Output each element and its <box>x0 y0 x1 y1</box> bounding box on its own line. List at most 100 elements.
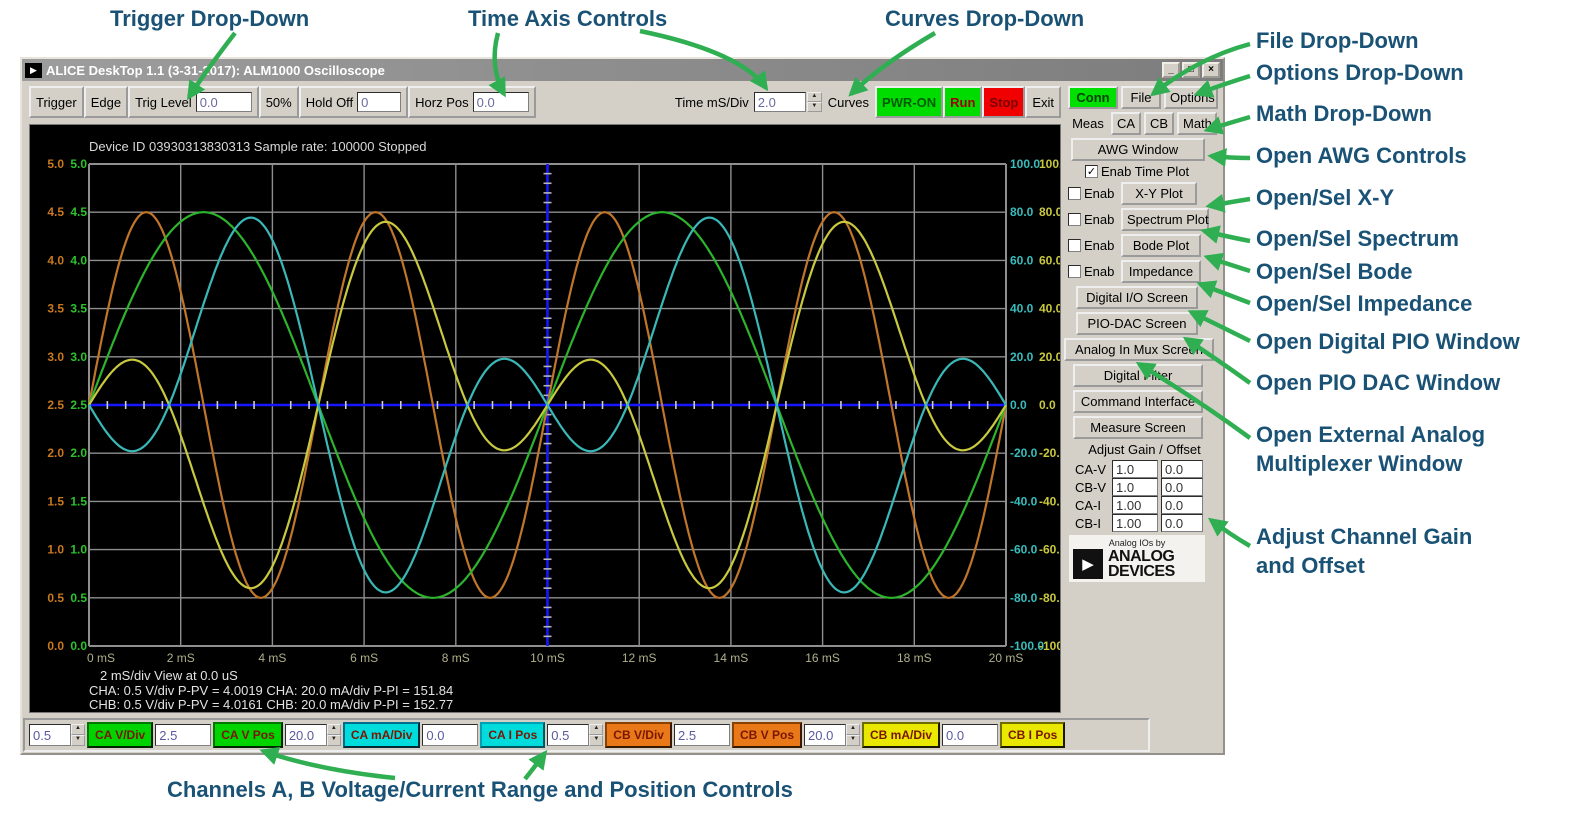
ca-ipos-button[interactable]: CA I Pos <box>480 722 545 748</box>
cb-tab-button[interactable]: CB <box>1144 112 1174 135</box>
math-dropdown-button[interactable]: Math <box>1177 112 1217 135</box>
cb-v-gain-input[interactable]: 1.0 <box>1112 478 1158 496</box>
command-interface-button[interactable]: Command Interface <box>1073 390 1203 413</box>
awg-window-button[interactable]: AWG Window <box>1071 138 1205 161</box>
xy-plot-button[interactable]: X-Y Plot <box>1121 182 1197 205</box>
cb-ipos-value[interactable]: 0.0 <box>942 724 998 746</box>
cb-vdiv-range-spinner[interactable]: 0.5▲▼ <box>547 724 603 746</box>
cb-vdiv-range-arrows[interactable]: ▲▼ <box>589 724 603 746</box>
cb-vpos-value[interactable]: 2.5 <box>674 724 730 746</box>
curves-dropdown-button[interactable]: Curves <box>822 86 875 118</box>
right-axis-cai-tick: -80.0 <box>1010 591 1038 605</box>
annotation-open-awg-controls: Open AWG Controls <box>1256 141 1467 170</box>
ca-v-gain-input[interactable]: 1.0 <box>1112 460 1158 478</box>
adi-word-devices: DEVICES <box>1108 564 1175 579</box>
enab-bode-checkbox[interactable] <box>1068 239 1081 252</box>
file-dropdown-button[interactable]: File <box>1121 86 1161 109</box>
right-axis-cbi-tick: -20.0 <box>1039 446 1060 460</box>
cb-vdiv-button[interactable]: CB V/Div <box>605 722 672 748</box>
right-axis-cai-tick: 20.0 <box>1010 350 1034 364</box>
cb-ipos-button[interactable]: CB I Pos <box>1000 722 1065 748</box>
exit-button[interactable]: Exit <box>1025 86 1061 118</box>
annotation-open-external-analog: Open External Analog Multiplexer Window <box>1256 420 1485 478</box>
time-div-input[interactable]: 2.0 <box>754 92 806 112</box>
cb-idiv-range-arrows[interactable]: ▲▼ <box>846 724 860 746</box>
maximize-button[interactable]: □ <box>1182 62 1200 78</box>
bode-plot-button[interactable]: Bode Plot <box>1121 234 1201 257</box>
title-bar[interactable]: ▶ ALICE DeskTop 1.1 (3-31-2017): ALM1000… <box>22 59 1223 81</box>
stop-button[interactable]: Stop <box>982 86 1025 118</box>
gain-row-label: CB-V <box>1075 480 1109 495</box>
enab-impedance-checkbox[interactable] <box>1068 265 1081 278</box>
ca-vpos-button[interactable]: CA V Pos <box>213 722 283 748</box>
trig-level-input[interactable]: 0.0 <box>196 92 252 112</box>
measure-screen-button[interactable]: Measure Screen <box>1073 416 1203 439</box>
left-axis-cav-tick: 1.0 <box>70 543 87 557</box>
edge-button[interactable]: Edge <box>84 86 128 118</box>
gain-offset-rows: CA-V1.00.0CB-V1.00.0CA-I1.000.0CB-I1.000… <box>1063 460 1221 532</box>
ca-vdiv-range[interactable]: 0.5 <box>29 724 71 746</box>
analog-in-mux-screen-button[interactable]: Analog In Mux Screen <box>1064 338 1214 361</box>
right-axis-cai-tick: -40.0 <box>1010 494 1038 508</box>
channel-controls-bar: 0.5▲▼CA V/Div2.5CA V Pos20.0▲▼CA mA/Div0… <box>23 718 1150 752</box>
ca-vdiv-button[interactable]: CA V/Div <box>87 722 153 748</box>
close-button[interactable]: × <box>1202 62 1220 78</box>
cb-vpos-button[interactable]: CB V Pos <box>732 722 802 748</box>
ca-tab-button[interactable]: CA <box>1111 112 1141 135</box>
cb-idiv-range-spinner[interactable]: 20.0▲▼ <box>804 724 860 746</box>
right-axis-cbi-tick: 100.0 <box>1039 157 1060 171</box>
cb-v-offset-input[interactable]: 0.0 <box>1161 478 1203 496</box>
ca-ipos-value[interactable]: 0.0 <box>422 724 478 746</box>
ca-vdiv-range-spinner[interactable]: 0.5▲▼ <box>29 724 85 746</box>
cb-idiv-button[interactable]: CB mA/Div <box>862 722 940 748</box>
hold-off-input[interactable]: 0 <box>357 92 401 112</box>
pio-dac-screen-button[interactable]: PIO-DAC Screen <box>1076 312 1198 335</box>
run-button[interactable]: Run <box>943 86 982 118</box>
fifty-percent-button[interactable]: 50% <box>259 86 299 118</box>
minimize-button[interactable]: _ <box>1162 62 1180 78</box>
conn-button[interactable]: Conn <box>1068 86 1118 109</box>
annotation-adjust-channel-gain: Adjust Channel Gain and Offset <box>1256 522 1472 580</box>
ca-i-offset-input[interactable]: 0.0 <box>1161 496 1203 514</box>
trigger-dropdown-button[interactable]: Trigger <box>29 86 84 118</box>
cb-idiv-range[interactable]: 20.0 <box>804 724 846 746</box>
ca-idiv-range[interactable]: 20.0 <box>285 724 327 746</box>
digital-io-screen-button[interactable]: Digital I/O Screen <box>1076 286 1198 309</box>
time-axis-tick: 14 mS <box>714 651 749 665</box>
right-axis-cai-tick: 60.0 <box>1010 253 1034 267</box>
cb-i-gain-input[interactable]: 1.00 <box>1112 514 1158 532</box>
pwr-on-button[interactable]: PWR-ON <box>875 86 943 118</box>
impedance-button[interactable]: Impedance <box>1121 260 1201 283</box>
annotation-open-sel-impedance: Open/Sel Impedance <box>1256 289 1472 318</box>
adjust-gain-offset-title: Adjust Gain / Offset <box>1088 442 1200 457</box>
cb-i-offset-input[interactable]: 0.0 <box>1161 514 1203 532</box>
annotation-open-pio-dac-window: Open PIO DAC Window <box>1256 368 1500 397</box>
time-div-spinner[interactable]: ▲▼ <box>807 92 822 112</box>
enab-spectrum-label: Enab <box>1084 212 1118 227</box>
device-status-line: Device ID 03930313830313 Sample rate: 10… <box>89 139 427 154</box>
right-axis-cai-tick: -20.0 <box>1010 446 1038 460</box>
cb-vdiv-range[interactable]: 0.5 <box>547 724 589 746</box>
digital-filter-button[interactable]: Digital Filter <box>1073 364 1203 387</box>
annotation-file-drop-down: File Drop-Down <box>1256 26 1419 55</box>
ca-idiv-range-spinner[interactable]: 20.0▲▼ <box>285 724 341 746</box>
enab-xy-checkbox[interactable] <box>1068 187 1081 200</box>
meas-button[interactable]: Meas <box>1068 114 1108 133</box>
enab-spectrum-checkbox[interactable] <box>1068 213 1081 226</box>
ca-vdiv-range-arrows[interactable]: ▲▼ <box>71 724 85 746</box>
trig-level-group: Trig Level 0.0 <box>128 86 259 118</box>
horz-pos-input[interactable]: 0.0 <box>473 92 529 112</box>
ca-v-offset-input[interactable]: 0.0 <box>1161 460 1203 478</box>
spectrum-plot-button[interactable]: Spectrum Plot <box>1121 208 1209 231</box>
ca-idiv-button[interactable]: CA mA/Div <box>343 722 421 748</box>
right-axis-cai-tick: 80.0 <box>1010 205 1034 219</box>
enab-time-plot-checkbox[interactable]: ✓ <box>1085 165 1098 178</box>
options-dropdown-button[interactable]: Options <box>1164 86 1218 109</box>
left-axis-cbv-tick: 3.5 <box>47 302 64 316</box>
ca-idiv-range-arrows[interactable]: ▲▼ <box>327 724 341 746</box>
ca-i-gain-input[interactable]: 1.00 <box>1112 496 1158 514</box>
enab-impedance-label: Enab <box>1084 264 1118 279</box>
ca-vpos-value[interactable]: 2.5 <box>155 724 211 746</box>
annotation-options-drop-down: Options Drop-Down <box>1256 58 1464 87</box>
main-toolbar: Trigger Edge Trig Level 0.0 50% Hold Off… <box>29 86 1061 118</box>
